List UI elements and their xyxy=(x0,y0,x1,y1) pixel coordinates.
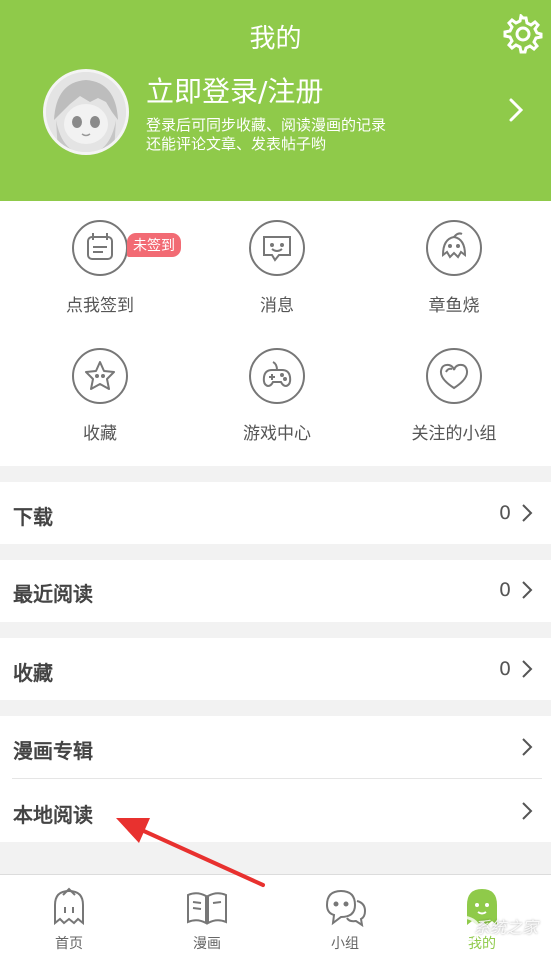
grid-item-messages[interactable]: 消息 xyxy=(185,216,369,336)
login-sub-line-1: 登录后可同步收藏、阅读漫画的记录 xyxy=(146,116,387,134)
tab-comics[interactable]: 漫画 xyxy=(138,875,276,956)
list-item-download[interactable]: 下载 0 xyxy=(0,482,551,544)
tab-home[interactable]: 首页 xyxy=(0,875,138,956)
grid-item-favorites[interactable]: 收藏 xyxy=(8,344,192,464)
list-item-count: 0 xyxy=(499,658,512,680)
tab-label: 漫画 xyxy=(193,936,221,952)
gamepad-icon xyxy=(249,348,305,404)
message-icon xyxy=(249,220,305,276)
book-icon xyxy=(185,885,229,929)
grid-item-label: 游戏中心 xyxy=(243,424,311,444)
home-ghost-icon xyxy=(47,885,91,929)
list-item-label: 下载 xyxy=(13,505,53,529)
chevron-right-icon xyxy=(520,579,534,601)
chevron-right-icon xyxy=(520,502,534,524)
chat-bubbles-icon xyxy=(323,885,367,929)
list-item-count: 0 xyxy=(499,502,512,524)
list-item-label: 最近阅读 xyxy=(13,582,93,606)
login-sub-line-2: 还能评论文章、发表帖子哟 xyxy=(146,135,327,153)
unsigned-badge: 未签到 xyxy=(127,233,181,257)
tab-label: 首页 xyxy=(55,936,83,952)
list-item-count: 0 xyxy=(499,579,512,601)
grid-item-followed-groups[interactable]: 关注的小组 xyxy=(362,344,546,464)
gear-icon[interactable] xyxy=(503,12,543,54)
tab-groups[interactable]: 小组 xyxy=(276,875,414,956)
grid-item-game-center[interactable]: 游戏中心 xyxy=(185,344,369,464)
list-item-favorites[interactable]: 收藏 0 xyxy=(0,638,551,700)
grid-item-label: 章鱼烧 xyxy=(428,296,480,316)
calendar-icon xyxy=(72,220,128,276)
grid-item-label: 收藏 xyxy=(83,424,117,444)
takoyaki-icon xyxy=(426,220,482,276)
grid-item-takoyaki[interactable]: 章鱼烧 xyxy=(362,216,546,336)
profile-header: 我的 立即登录/注册 登录后可同步收藏、阅读漫画的记录 还能评论文章、发表帖子哟 xyxy=(0,0,551,201)
list-item-local-reading[interactable]: 本地阅读 xyxy=(0,779,551,842)
list-group-comics: 漫画专辑 本地阅读 xyxy=(0,716,551,842)
list-item-label: 漫画专辑 xyxy=(13,739,93,763)
login-description: 登录后可同步收藏、阅读漫画的记录 还能评论文章、发表帖子哟 xyxy=(146,116,446,154)
list-item-label: 本地阅读 xyxy=(13,803,93,827)
chevron-right-icon[interactable] xyxy=(506,96,526,124)
heart-icon xyxy=(426,348,482,404)
avatar[interactable] xyxy=(43,69,129,155)
chevron-right-icon xyxy=(520,736,534,758)
chevron-right-icon xyxy=(520,658,534,680)
feature-grid: 未签到 点我签到 消息 章鱼烧 收藏 游戏中心 关注的小组 xyxy=(0,201,551,466)
tab-label: 小组 xyxy=(331,936,359,952)
grid-item-label: 点我签到 xyxy=(66,296,134,316)
grid-item-label: 消息 xyxy=(260,296,294,316)
grid-item-label: 关注的小组 xyxy=(411,424,497,444)
watermark-text: 系统之家 xyxy=(474,918,539,937)
star-icon xyxy=(72,348,128,404)
grid-item-checkin[interactable]: 未签到 点我签到 xyxy=(8,216,192,336)
login-register-link[interactable]: 立即登录/注册 xyxy=(146,70,323,110)
page-title: 我的 xyxy=(249,24,302,54)
chevron-right-icon xyxy=(520,800,534,822)
list-item-comic-album[interactable]: 漫画专辑 xyxy=(0,716,551,779)
list-item-recent-reading[interactable]: 最近阅读 0 xyxy=(0,560,551,622)
list-item-label: 收藏 xyxy=(13,661,53,685)
